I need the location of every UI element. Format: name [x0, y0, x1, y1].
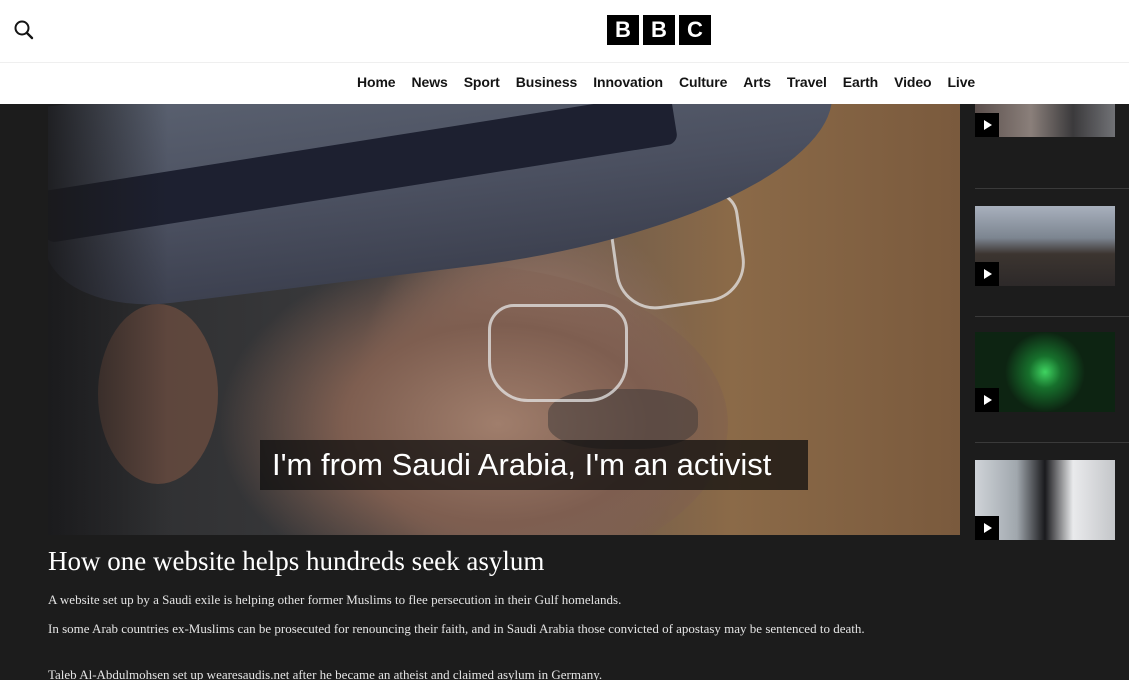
video-frame-shape [488, 304, 628, 402]
nav-item-innovation[interactable]: Innovation [593, 74, 663, 90]
nav-item-business[interactable]: Business [516, 74, 578, 90]
sidebar-video-thumbnail[interactable] [975, 332, 1115, 412]
nav-item-home[interactable]: Home [357, 74, 396, 90]
sidebar-video-thumbnail[interactable] [975, 104, 1115, 137]
video-subtitle: I'm from Saudi Arabia, I'm an activist [260, 440, 808, 490]
sidebar-divider [975, 188, 1129, 189]
sidebar-divider [975, 316, 1129, 317]
nav-item-live[interactable]: Live [947, 74, 975, 90]
bbc-logo[interactable]: B B C [607, 15, 711, 45]
main-nav: Home News Sport Business Innovation Cult… [357, 74, 975, 90]
search-icon[interactable] [12, 18, 36, 42]
play-icon [975, 388, 999, 412]
main-content: I'm from Saudi Arabia, I'm an activist H… [0, 104, 1129, 680]
video-player[interactable]: I'm from Saudi Arabia, I'm an activist [48, 104, 960, 535]
logo-letter: B [643, 15, 675, 45]
play-icon [975, 516, 999, 540]
nav-item-travel[interactable]: Travel [787, 74, 827, 90]
article-paragraph: In some Arab countries ex-Muslims can be… [48, 621, 865, 636]
article-headline: How one website helps hundreds seek asyl… [48, 546, 545, 576]
nav-item-news[interactable]: News [412, 74, 448, 90]
nav-item-sport[interactable]: Sport [464, 74, 500, 90]
play-icon [975, 113, 999, 137]
site-header: B B C Home News Sport Business Innovatio… [0, 0, 1129, 104]
sidebar-video-thumbnail[interactable] [975, 206, 1115, 286]
article-paragraph: Taleb Al-Abdulmohsen set up wearesaudis.… [48, 667, 603, 680]
logo-letter: B [607, 15, 639, 45]
nav-item-arts[interactable]: Arts [743, 74, 771, 90]
nav-divider [0, 62, 1129, 63]
article-paragraph: A website set up by a Saudi exile is hel… [48, 592, 622, 607]
play-icon [975, 262, 999, 286]
nav-item-culture[interactable]: Culture [679, 74, 727, 90]
logo-letter: C [679, 15, 711, 45]
nav-item-earth[interactable]: Earth [843, 74, 878, 90]
sidebar-divider [975, 442, 1129, 443]
nav-item-video[interactable]: Video [894, 74, 931, 90]
sidebar-video-thumbnail[interactable] [975, 460, 1115, 540]
video-frame-shape [48, 104, 168, 535]
